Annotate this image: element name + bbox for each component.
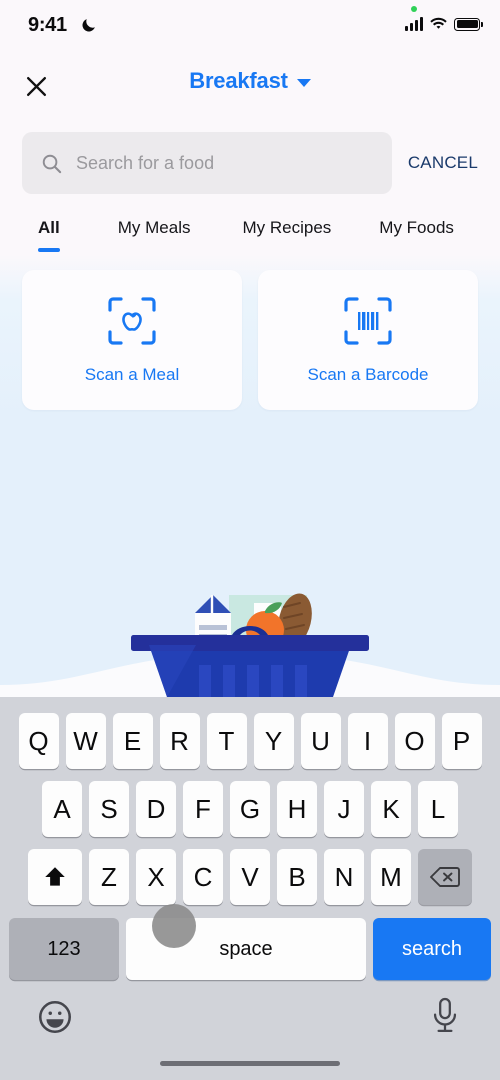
app-screen: 9:41 Breakfast Search for a food CANCEL … xyxy=(0,0,500,697)
key-k[interactable]: K xyxy=(371,781,411,837)
keyboard-row-2: A S D F G H J K L xyxy=(0,769,500,837)
status-bar: 9:41 xyxy=(0,0,500,56)
page-title: Breakfast xyxy=(189,68,288,93)
keyboard-bottom-bar xyxy=(0,990,500,1080)
keyboard-row-1: Q W E R T Y U I O P xyxy=(0,697,500,769)
key-f[interactable]: F xyxy=(183,781,223,837)
cellular-signal-icon xyxy=(405,17,423,31)
tab-my-meals[interactable]: My Meals xyxy=(118,218,191,252)
key-i[interactable]: I xyxy=(347,713,388,769)
home-indicator xyxy=(160,1061,340,1066)
key-q[interactable]: Q xyxy=(18,713,59,769)
cancel-button[interactable]: CANCEL xyxy=(408,153,478,173)
on-screen-keyboard: Q W E R T Y U I O P A S D F G H J K L Z … xyxy=(0,697,500,1080)
numeric-mode-key[interactable]: 123 xyxy=(9,918,119,980)
grocery-basket-illustration xyxy=(0,567,500,697)
search-return-key[interactable]: search xyxy=(373,918,491,980)
tab-bar: All My Meals My Recipes My Foods xyxy=(0,194,500,258)
chevron-down-icon xyxy=(296,78,311,87)
scan-apple-icon xyxy=(108,297,156,345)
green-status-dot xyxy=(411,6,417,12)
scan-card-group: Scan a Meal Scan a Barcode xyxy=(0,258,500,410)
key-a[interactable]: A xyxy=(42,781,82,837)
search-icon xyxy=(42,154,62,173)
scan-a-meal-label: Scan a Meal xyxy=(84,365,180,384)
meal-selector[interactable]: Breakfast xyxy=(0,68,500,94)
tab-active-indicator xyxy=(38,248,60,252)
key-s[interactable]: S xyxy=(89,781,129,837)
scan-a-barcode-card[interactable]: Scan a Barcode xyxy=(258,270,478,410)
key-p[interactable]: P xyxy=(441,713,482,769)
backspace-icon xyxy=(430,867,460,887)
tab-label: My Foods xyxy=(379,218,454,237)
key-b[interactable]: B xyxy=(277,849,317,905)
basket-artwork xyxy=(0,593,500,697)
key-u[interactable]: U xyxy=(300,713,341,769)
battery-icon xyxy=(454,17,483,31)
scan-a-barcode-label: Scan a Barcode xyxy=(307,365,429,384)
search-input[interactable]: Search for a food xyxy=(76,153,214,174)
microphone-icon xyxy=(433,997,457,1033)
key-r[interactable]: R xyxy=(159,713,200,769)
backspace-key[interactable] xyxy=(418,849,472,905)
keyboard-row-4: 123 space search xyxy=(0,905,500,980)
key-g[interactable]: G xyxy=(230,781,270,837)
tab-all[interactable]: All xyxy=(38,218,60,252)
emoji-key[interactable] xyxy=(36,998,74,1041)
key-x[interactable]: X xyxy=(136,849,176,905)
wifi-icon xyxy=(430,17,447,29)
status-bar-time: 9:41 xyxy=(28,14,67,36)
key-e[interactable]: E xyxy=(112,713,153,769)
dictation-key[interactable] xyxy=(428,996,462,1041)
emoji-icon xyxy=(39,1001,71,1033)
key-y[interactable]: Y xyxy=(253,713,294,769)
tab-label: All xyxy=(38,218,60,237)
tab-label: My Recipes xyxy=(242,218,332,237)
key-l[interactable]: L xyxy=(418,781,458,837)
key-o[interactable]: O xyxy=(394,713,435,769)
key-d[interactable]: D xyxy=(136,781,176,837)
tab-label: My Meals xyxy=(117,218,191,237)
keyboard-row-3: Z X C V B N M xyxy=(0,837,500,905)
key-n[interactable]: N xyxy=(324,849,364,905)
status-bar-indicators xyxy=(405,17,483,31)
key-v[interactable]: V xyxy=(230,849,270,905)
key-z[interactable]: Z xyxy=(89,849,129,905)
key-w[interactable]: W xyxy=(65,713,106,769)
shift-key[interactable] xyxy=(28,849,82,905)
key-m[interactable]: M xyxy=(371,849,411,905)
shift-icon xyxy=(45,867,65,886)
tab-my-recipes[interactable]: My Recipes xyxy=(242,218,331,252)
key-c[interactable]: C xyxy=(183,849,223,905)
moon-icon xyxy=(82,19,95,32)
scan-barcode-icon xyxy=(344,297,392,345)
key-h[interactable]: H xyxy=(277,781,317,837)
nav-bar: Breakfast xyxy=(0,56,500,118)
tab-my-foods[interactable]: My Foods xyxy=(379,218,454,252)
key-j[interactable]: J xyxy=(324,781,364,837)
touch-cursor xyxy=(152,904,196,948)
scan-a-meal-card[interactable]: Scan a Meal xyxy=(22,270,242,410)
search-row: Search for a food CANCEL xyxy=(0,132,500,194)
key-t[interactable]: T xyxy=(206,713,247,769)
search-field-container[interactable]: Search for a food xyxy=(22,132,392,194)
